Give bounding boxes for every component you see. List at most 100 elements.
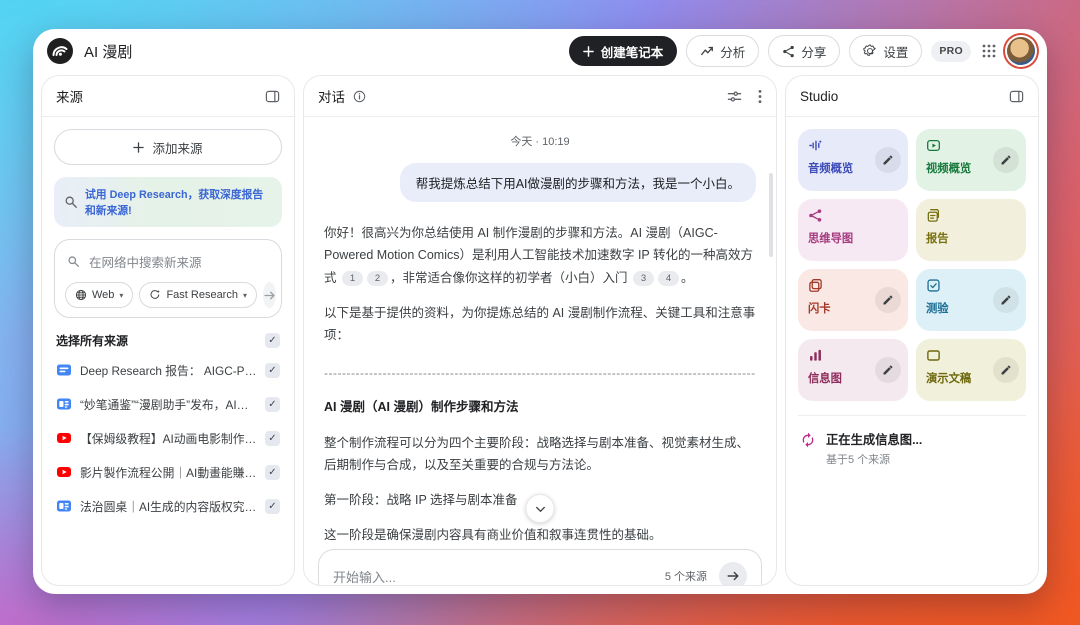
studio-card-flashcards[interactable]: 闪卡	[798, 269, 908, 331]
citation-chip[interactable]: 3	[633, 271, 654, 286]
studio-card-infographic[interactable]: 信息图	[798, 339, 908, 401]
edit-pencil-button[interactable]	[993, 357, 1019, 383]
edit-pencil-button[interactable]	[875, 147, 901, 173]
source-checkbox[interactable]: ✓	[265, 363, 280, 378]
share-button[interactable]: 分享	[768, 35, 840, 67]
youtube-source-icon	[56, 430, 72, 446]
more-menu-icon[interactable]	[758, 89, 762, 104]
research-mode-chip[interactable]: Fast Research ▾	[139, 282, 257, 308]
share-icon	[782, 45, 795, 58]
source-checkbox[interactable]: ✓	[265, 431, 280, 446]
source-list-item[interactable]: 法治圆桌｜AI生成的内容版权究竟该归谁?✓	[54, 489, 282, 523]
trending-icon	[700, 44, 714, 58]
web-chip-label: Web	[92, 289, 114, 301]
chat-timestamp: 今天 · 10:19	[324, 133, 756, 149]
source-list-item[interactable]: 【保姆级教程】AI动画电影制作之用Ai一键生... ✓	[54, 421, 282, 455]
source-checkbox[interactable]: ✓	[265, 397, 280, 412]
edit-pencil-button[interactable]	[993, 147, 1019, 173]
message-text: ，非常适合像你这样的初学者（小白）入门	[390, 271, 631, 285]
studio-panel-title: Studio	[800, 89, 838, 104]
youtube-source-icon	[56, 464, 72, 480]
studio-card-label: 思维导图	[808, 230, 898, 246]
select-all-checkbox[interactable]: ✓	[265, 333, 280, 348]
citation-chip[interactable]: 4	[658, 271, 679, 286]
studio-card-slides[interactable]: 演示文稿	[916, 339, 1026, 401]
chat-scrollbar[interactable]	[769, 173, 773, 257]
send-message-button[interactable]	[719, 562, 747, 586]
fast-research-icon	[149, 289, 161, 301]
studio-card-quiz[interactable]: 测验	[916, 269, 1026, 331]
search-placeholder: 在网络中搜索新来源	[89, 252, 202, 271]
web-scope-chip[interactable]: Web ▾	[65, 282, 133, 308]
studio-card-audio-overview[interactable]: 音频概览	[798, 129, 908, 191]
message-text: 以下是基于提供的资料，为你提炼总结的 AI 漫剧制作流程、关键工具和注意事项：	[324, 306, 755, 342]
source-title: 【保姆级教程】AI动画电影制作之用Ai一键生...	[80, 430, 257, 447]
scroll-to-bottom-button[interactable]	[526, 494, 555, 523]
collapse-panel-icon[interactable]	[265, 89, 280, 104]
collapse-panel-icon[interactable]	[1009, 89, 1024, 104]
source-list-item[interactable]: 影片製作流程公開｜AI動畫能賺錢嗎｜一隻土... ✓	[54, 455, 282, 489]
studio-card-grid: 音频概览视频概览思维导图 报告闪卡测验信息图演示文稿	[798, 129, 1026, 401]
spinner-icon	[800, 432, 816, 448]
analytics-button[interactable]: 分析	[686, 35, 759, 67]
globe-icon	[75, 289, 87, 301]
create-notebook-button[interactable]: 创建笔记本	[569, 36, 678, 66]
arrow-right-icon	[263, 289, 276, 302]
chevron-down-icon: ▾	[119, 291, 123, 300]
search-input[interactable]: 在网络中搜索新来源	[65, 250, 271, 271]
source-title: Deep Research 报告： AIGC-Powered Motion...	[80, 362, 257, 379]
source-list-item[interactable]: “妙笔通鉴”“漫剧助手”发布，AI赋能网文创作... ✓	[54, 387, 282, 421]
divider	[798, 415, 1026, 416]
message-heading: AI 漫剧（AI 漫剧）制作步骤和方法	[324, 396, 756, 418]
studio-card-video-overview[interactable]: 视频概览	[916, 129, 1026, 191]
edit-pencil-button[interactable]	[875, 287, 901, 313]
sources-panel: 来源 添加来源 试用 Deep Research，获取深度报告和新来源!	[41, 75, 295, 586]
source-title: 影片製作流程公開｜AI動畫能賺錢嗎｜一隻土...	[80, 464, 257, 481]
edit-pencil-button[interactable]	[993, 287, 1019, 313]
report-doc-icon	[926, 208, 1016, 223]
deep-research-banner-text: 试用 Deep Research，获取深度报告和新来源!	[85, 186, 272, 218]
research-chip-label: Fast Research	[166, 289, 238, 301]
citation-chip[interactable]: 2	[367, 271, 388, 286]
sources-panel-title: 来源	[56, 86, 83, 106]
deep-research-banner[interactable]: 试用 Deep Research，获取深度报告和新来源!	[54, 177, 282, 227]
generation-status-title: 正在生成信息图...	[826, 430, 922, 448]
citation-chip[interactable]: 1	[342, 271, 363, 286]
source-checkbox[interactable]: ✓	[265, 465, 280, 480]
search-submit-button[interactable]	[263, 282, 276, 308]
select-all-label: 选择所有来源	[56, 332, 128, 349]
source-list-item[interactable]: Deep Research 报告： AIGC-Powered Motion...…	[54, 353, 282, 387]
studio-card-mindmap[interactable]: 思维导图	[798, 199, 908, 261]
article-source-icon	[56, 396, 72, 412]
magnifier-icon	[64, 195, 78, 209]
edit-pencil-button[interactable]	[875, 357, 901, 383]
search-icon	[67, 255, 80, 268]
settings-button[interactable]: 设置	[849, 35, 922, 67]
share-label: 分享	[801, 42, 826, 61]
message-text: 第一阶段：战略 IP 选择与剧本准备	[324, 493, 518, 507]
message-paragraph: 这一阶段是确保漫剧内容具有商业价值和叙事连贯性的基础。	[324, 524, 756, 546]
add-source-label: 添加来源	[152, 138, 202, 157]
generation-status[interactable]: 正在生成信息图... 基于5 个来源	[798, 426, 1026, 471]
tune-icon[interactable]	[727, 89, 742, 104]
add-source-button[interactable]: 添加来源	[54, 129, 282, 165]
message-text: AI 漫剧（AI 漫剧）制作步骤和方法	[324, 400, 518, 414]
source-list: Deep Research 报告： AIGC-Powered Motion...…	[54, 353, 282, 523]
chat-panel: 对话 今天 · 10:19 帮我提炼总结下用AI做漫剧的步骤和方法	[303, 75, 777, 586]
source-title: “妙笔通鉴”“漫剧助手”发布，AI赋能网文创作...	[80, 396, 257, 413]
chat-input-bar: 开始输入... 5 个来源	[318, 549, 762, 586]
studio-card-report-doc[interactable]: 报告	[916, 199, 1026, 261]
mindmap-icon	[808, 208, 898, 223]
apps-grid-icon[interactable]	[980, 42, 998, 60]
source-checkbox[interactable]: ✓	[265, 499, 280, 514]
user-avatar[interactable]	[1007, 37, 1035, 65]
chat-input-placeholder[interactable]: 开始输入...	[333, 567, 653, 586]
notebook-title: AI 漫剧	[84, 41, 132, 62]
arrow-right-icon	[726, 569, 740, 583]
chevron-down-icon: ▾	[243, 291, 247, 300]
notebooklm-logo-icon	[47, 38, 73, 64]
chevron-down-icon	[534, 503, 546, 515]
create-notebook-label: 创建笔记本	[601, 42, 664, 61]
assistant-message: 你好！很高兴为你总结使用 AI 制作漫剧的步骤和方法。AI 漫剧（AIGC-Po…	[324, 222, 756, 585]
info-icon[interactable]	[353, 90, 366, 103]
